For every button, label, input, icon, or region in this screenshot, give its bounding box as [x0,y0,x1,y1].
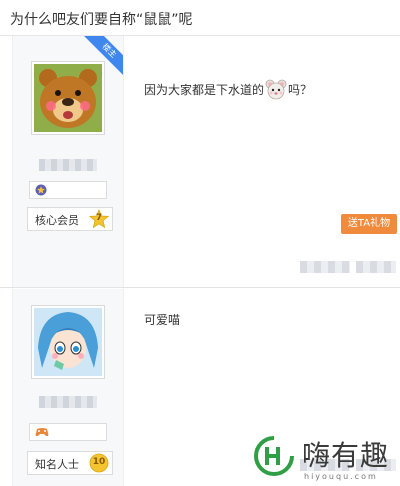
level-badge[interactable]: 核心会员 7 [27,207,113,231]
level-name: 核心会员 [35,214,79,227]
post-meta-blurred [300,261,350,273]
post-1: 楼主 核心会员 7 因为大家都是下水道的 吗？ 送TA礼物 [0,36,400,288]
member-icons [29,423,107,441]
post-content: 因为大家都是下水道的 吗？ [144,78,312,100]
send-gift-button[interactable]: 送TA礼物 [341,214,397,234]
level-name: 知名人士 [35,458,79,471]
member-icons [29,181,107,199]
username-blurred[interactable] [39,159,97,171]
level-number: 10 [92,457,106,467]
gamepad-icon [35,426,49,441]
watermark-title: 嗨有趣 [302,439,390,472]
post-text-end: 吗？ [288,83,313,97]
post-time-blurred [356,261,396,273]
avatar[interactable] [31,305,105,379]
watermark: 嗨有趣 hiyouqu.com [252,432,400,486]
thread-title: 为什么吧友们要自称“鼠鼠”呢 [10,12,193,28]
post-content: 可爱喵 [144,313,181,327]
star-medal-icon [35,184,47,199]
username-blurred[interactable] [39,396,97,408]
author-sidebar: 楼主 核心会员 7 [12,36,124,287]
watermark-logo-icon [254,436,294,476]
level-number-icon: 7 [89,209,109,229]
mouse-emoji-icon [265,78,287,100]
level-number: 7 [95,213,103,223]
thread-header: 为什么吧友们要自称“鼠鼠”呢 [0,0,400,36]
post-text: 因为大家都是下水道的 [144,83,265,97]
avatar[interactable] [31,61,105,135]
anime-girl-avatar-image [34,308,102,376]
bear-avatar-image [34,64,102,132]
watermark-url: hiyouqu.com [304,472,378,481]
level-badge[interactable]: 知名人士 10 [27,451,113,475]
author-sidebar: 知名人士 10 [12,289,124,486]
level-number-icon: 10 [89,453,109,473]
